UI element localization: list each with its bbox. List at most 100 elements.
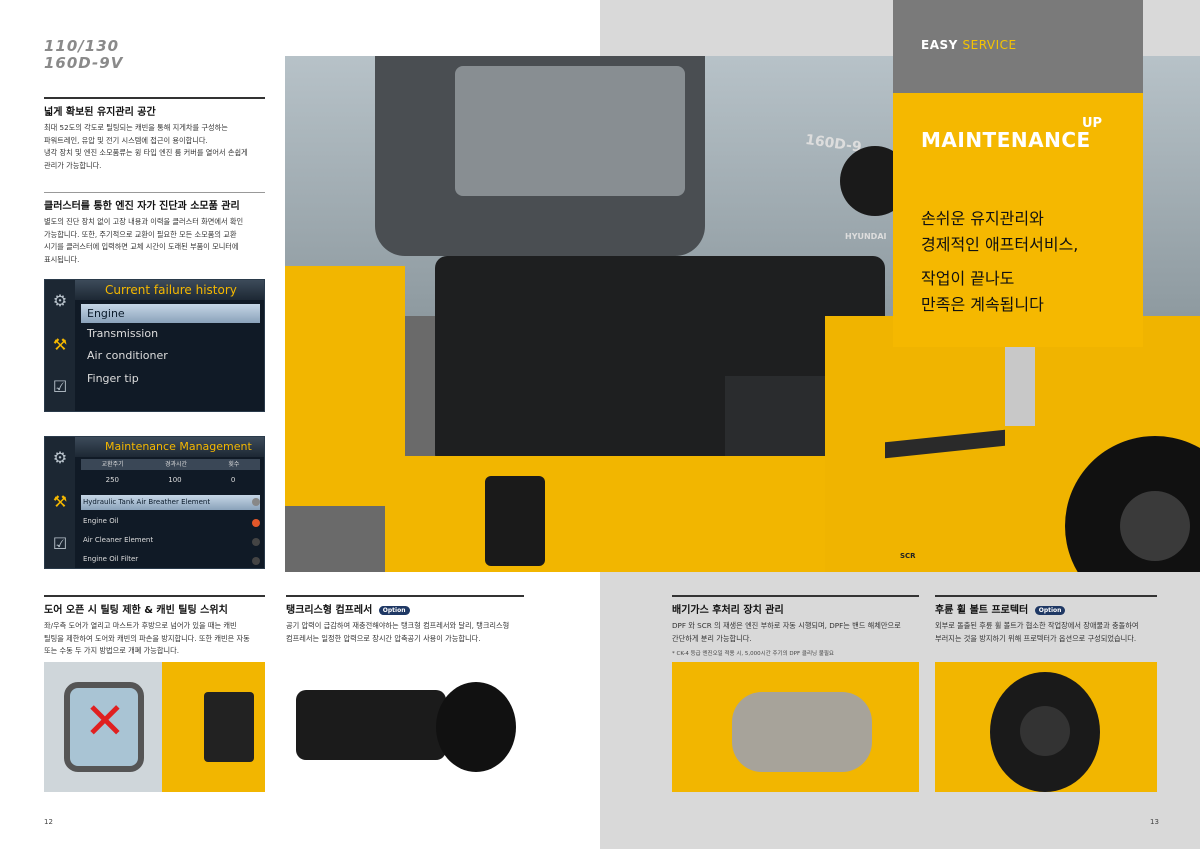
slogan-line: 작업이 끝나도 xyxy=(921,269,1015,288)
page-number-left: 12 xyxy=(44,818,53,826)
maint-item: Engine Oil Filter xyxy=(83,555,139,563)
body-line: 냉각 장치 및 엔진 소모품류는 윙 타입 엔진 룸 커버를 열어서 손쉽게 xyxy=(44,148,248,157)
body-line: 컴프레서는 일정한 압력으로 장시간 압축공기 사용이 가능합니다. xyxy=(286,633,481,643)
status-dot xyxy=(252,557,260,565)
maint-item: Air Cleaner Element xyxy=(83,536,154,544)
section-cabin-tilting: 도어 오픈 시 틸팅 제한 & 캐빈 틸팅 스위치 좌/우측 도어가 열리고 마… xyxy=(44,595,265,658)
tools-icon: ⚒ xyxy=(52,492,68,511)
section-body: DPF 와 SCR 의 재생은 엔진 부하로 자동 시행되며, DPF는 밴드 … xyxy=(672,620,919,645)
maint-table-header: 교환주기 경과시간 횟수 xyxy=(81,459,260,470)
monitor-check-icon: ☑ xyxy=(52,377,68,396)
footnote: * CK-4 등급 엔진오일 적용 시, 5,000시간 주기의 DPF 클리닝… xyxy=(672,651,834,657)
gear-icon: ⚙ xyxy=(52,448,68,467)
body-line: 시기를 클러스터에 입력하면 교체 시간이 도래된 부품이 모니터에 xyxy=(44,242,239,251)
failure-history-screen: ⚙ ⚒ ☑ Current failure history Engine Tra… xyxy=(44,279,265,412)
col-header: 경과시간 xyxy=(164,461,188,468)
brand-decal: HYUNDAI xyxy=(845,232,887,241)
dpf-scr-photo xyxy=(672,662,919,792)
compressor-photo xyxy=(286,662,524,792)
failure-item: Finger tip xyxy=(87,372,139,385)
section-title: 클러스터를 통한 엔진 자가 진단과 소모품 관리 xyxy=(44,192,265,212)
value-cell: 250 xyxy=(105,476,119,484)
body-line: 공기 압력이 급감하여 재충전해야하는 탱크형 컴프레서와 달리, 탱크리스형 xyxy=(286,621,510,630)
body-line: 별도의 진단 장치 없이 고장 내용과 이력을 클러스터 화면에서 확인 xyxy=(44,217,244,226)
exhaust-pipe xyxy=(1005,336,1035,426)
section-body: 공기 압력이 급감하여 재충전해야하는 탱크형 컴프레서와 달리, 탱크리스형 … xyxy=(286,620,524,645)
body-line: 파워트레인, 유압 및 전기 시스템에 접근이 용이합니다. xyxy=(44,135,208,145)
x-mark-icon: ✕ xyxy=(84,692,126,750)
section-tankless-compressor: 탱크리스형 컴프레서 Option 공기 압력이 급감하여 재충전해야하는 탱크… xyxy=(286,595,524,645)
slogan: 손쉬운 유지관리와 경제적인 애프터서비스, 작업이 끝나도 만족은 계속됩니다 xyxy=(921,206,1078,318)
section-wheel-bolt-protector: 후륜 휠 볼트 프로텍터 Option 외부로 돌출된 후륜 휠 볼트가 협소한… xyxy=(935,595,1157,645)
wheel-protector-photo xyxy=(935,662,1157,792)
section-title: 넓게 확보된 유지관리 공간 xyxy=(44,97,265,118)
page-number-right: 13 xyxy=(1150,818,1159,826)
scr-label: SCR xyxy=(900,552,916,560)
monitor-check-icon: ☑ xyxy=(52,534,68,553)
model-line-2: 160D-9V xyxy=(44,54,124,72)
body-line: 가능합니다. 또한, 주기적으로 교환이 필요한 모든 소모품의 교환 xyxy=(44,229,237,239)
slogan-line: 손쉬운 유지관리와 xyxy=(921,209,1044,228)
cabin-tilting-photo: ✕ xyxy=(44,662,265,792)
compressor-body xyxy=(296,690,446,760)
maintenance-title: MAINTENANCE xyxy=(921,128,1091,152)
tools-icon: ⚒ xyxy=(52,335,68,354)
value-cell: 100 xyxy=(168,476,182,484)
status-dot xyxy=(252,519,260,527)
section-title: 탱크리스형 컴프레서 xyxy=(286,605,373,616)
body-line: DPF 와 SCR 의 재생은 엔진 부하로 자동 시행되며, DPF는 밴드 … xyxy=(672,621,901,630)
body-line: 최대 52도의 각도로 틸팅되는 캐빈을 통해 지게차를 구성하는 xyxy=(44,123,228,132)
option-badge: Option xyxy=(378,605,410,615)
tilt-switch xyxy=(204,692,254,762)
body-line: 외부로 돌출된 후륜 휠 볼트가 협소한 작업장에서 장애물과 충돌하여 xyxy=(935,621,1139,630)
frame-bottom xyxy=(385,456,885,572)
failure-item: Transmission xyxy=(87,327,159,340)
compressor-pulley xyxy=(436,682,516,772)
maint-item: Engine Oil xyxy=(83,517,119,525)
option-badge: Option xyxy=(1034,605,1066,615)
section-body: 최대 52도의 각도로 틸팅되는 캐빈을 통해 지게차를 구성하는 파워트레인,… xyxy=(44,122,265,172)
model-line-1: 110/130 xyxy=(44,37,120,55)
maint-table-values: 250 100 0 xyxy=(81,475,260,486)
body-line: 간단하게 분리 가능합니다. xyxy=(672,633,752,643)
body-line: 부러지는 것을 방지하기 위해 프로텍터가 옵션으로 구성되었습니다. xyxy=(935,633,1137,643)
body-line: 또는 수동 두 가지 방법으로 개폐 가능합니다. xyxy=(44,646,180,655)
dpf-canister xyxy=(732,692,872,772)
body-line: 표시됩니다. xyxy=(44,254,80,264)
col-header: 횟수 xyxy=(228,461,240,468)
section-cluster-diagnosis: 클러스터를 통한 엔진 자가 진단과 소모품 관리 별도의 진단 장치 없이 고… xyxy=(44,192,265,266)
section-body: 좌/우측 도어가 열리고 마스트가 후방으로 넘어가 있을 때는 캐빈 틸팅을 … xyxy=(44,620,265,658)
wheel-hub xyxy=(1120,491,1190,561)
section-body: 외부로 돌출된 후륜 휠 볼트가 협소한 작업장에서 장애물과 충돌하여 부러지… xyxy=(935,620,1157,645)
section-title: 배기가스 후처리 장치 관리 xyxy=(672,595,919,616)
status-dot xyxy=(252,498,260,506)
cabin-window xyxy=(455,66,685,196)
value-cell: 0 xyxy=(230,476,236,484)
failure-item: Engine xyxy=(81,304,260,323)
gear-icon: ⚙ xyxy=(52,291,68,310)
body-line: 관리가 가능합니다. xyxy=(44,160,102,170)
cylinder-bracket xyxy=(485,476,545,566)
maintenance-up: UP xyxy=(1082,116,1103,131)
screen-header: Maintenance Management xyxy=(75,437,264,457)
section-body: 별도의 진단 장치 없이 고장 내용과 이력을 클러스터 화면에서 확인 가능합… xyxy=(44,216,265,266)
maint-item: Hydraulic Tank Air Breather Element xyxy=(81,495,260,510)
col-header: 교환주기 xyxy=(101,461,124,468)
slogan-line: 만족은 계속됩니다 xyxy=(921,295,1044,314)
section-title: 도어 오픈 시 틸팅 제한 & 캐빈 틸팅 스위치 xyxy=(44,595,265,616)
model-name: 110/130 160D-9V xyxy=(44,38,123,72)
section-exhaust-aftertreatment: 배기가스 후처리 장치 관리 DPF 와 SCR 의 재생은 엔진 부하로 자동… xyxy=(672,595,919,657)
screen-header: Current failure history xyxy=(75,280,264,300)
easy-word: EASY xyxy=(921,38,958,52)
section-title: 후륜 휠 볼트 프로텍터 xyxy=(935,605,1029,616)
service-word: SERVICE xyxy=(962,38,1017,52)
failure-item: Air conditioner xyxy=(87,349,168,362)
body-line: 틸팅을 제한하여 도어와 캐빈의 파손을 방지합니다. 또한 캐빈은 자동 xyxy=(44,633,250,643)
body-line: 좌/우측 도어가 열리고 마스트가 후방으로 넘어가 있을 때는 캐빈 xyxy=(44,621,237,630)
slogan-line: 경제적인 애프터서비스, xyxy=(921,235,1079,254)
bolt-protector xyxy=(1020,706,1070,756)
status-dot xyxy=(252,538,260,546)
easy-service-label: EASY SERVICE xyxy=(921,38,1017,52)
section-maintenance-space: 넓게 확보된 유지관리 공간 최대 52도의 각도로 틸팅되는 캐빈을 통해 지… xyxy=(44,97,265,172)
maintenance-management-screen: ⚙ ⚒ ☑ Maintenance Management 교환주기 경과시간 횟… xyxy=(44,436,265,569)
